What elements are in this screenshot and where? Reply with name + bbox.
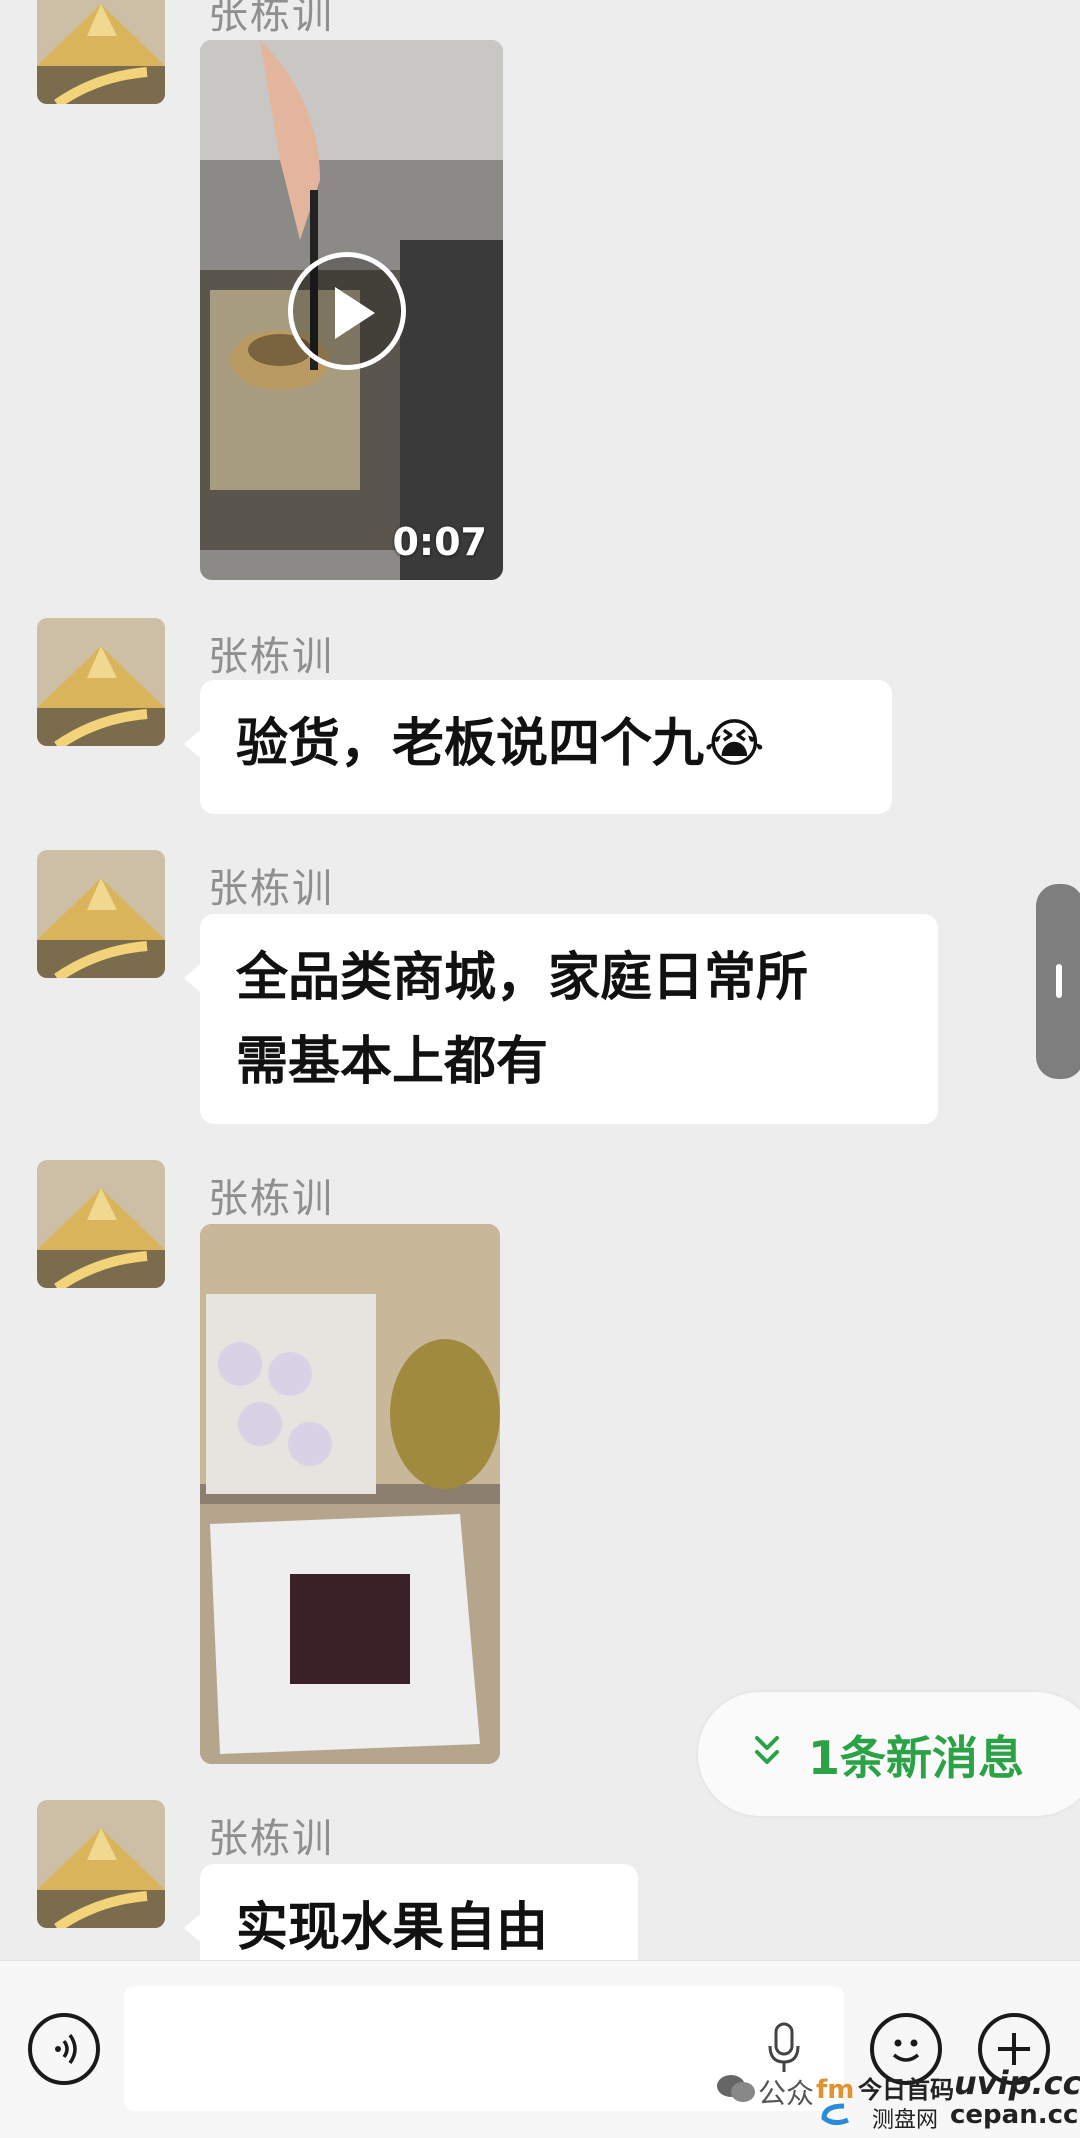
avatar[interactable] bbox=[37, 850, 165, 978]
sender-name: 张栋训 bbox=[208, 0, 334, 38]
video-duration: 0:07 bbox=[392, 520, 487, 564]
chevron-double-down-icon bbox=[755, 1736, 779, 1764]
sender-name: 张栋训 bbox=[208, 634, 334, 680]
wechat-icon bbox=[717, 2075, 755, 2102]
avatar[interactable] bbox=[37, 1160, 165, 1288]
image-thumbnail[interactable] bbox=[200, 1224, 500, 1764]
avatar[interactable] bbox=[37, 0, 165, 104]
svg-text:fm: fm bbox=[816, 2075, 854, 2105]
watermark: 公众 fm 今日首码 uvip.cc 测盘网 cepan.cc bbox=[716, 2064, 1080, 2134]
watermark-line1: 今日首码 bbox=[858, 2076, 954, 2104]
watermark-domain1: uvip.cc bbox=[954, 2064, 1080, 2102]
video-thumbnail[interactable]: 0:07 bbox=[200, 40, 503, 580]
message-text: 实现水果自由 bbox=[236, 1898, 549, 1958]
message-text-line: 全品类商城，家庭日常所 bbox=[236, 948, 809, 1008]
message-text-line: 需基本上都有 bbox=[236, 1032, 549, 1092]
avatar[interactable] bbox=[37, 1800, 165, 1928]
scroll-handle[interactable] bbox=[1036, 884, 1080, 1079]
voice-toggle-button[interactable] bbox=[28, 2013, 100, 2085]
avatar[interactable] bbox=[37, 618, 165, 746]
message-text: 验货，老板说四个九😭 bbox=[236, 714, 765, 774]
message-bubble[interactable]: 全品类商城，家庭日常所 需基本上都有 bbox=[184, 914, 938, 1124]
watermark-line2: 测盘网 bbox=[872, 2108, 939, 2133]
watermark-text: 公众 bbox=[758, 2077, 815, 2110]
message-bubble[interactable]: 验货，老板说四个九😭 bbox=[184, 680, 892, 814]
watermark-domain2: cepan.cc bbox=[950, 2100, 1079, 2130]
new-messages-label: 1条新消息 bbox=[808, 1731, 1025, 1785]
logo-icon: fm bbox=[816, 2075, 854, 2126]
new-messages-button[interactable]: 1条新消息 bbox=[698, 1692, 1080, 1816]
sender-name: 张栋训 bbox=[208, 866, 334, 912]
play-button[interactable] bbox=[288, 252, 406, 370]
sender-name: 张栋训 bbox=[208, 1176, 334, 1222]
voice-icon bbox=[55, 2033, 77, 2065]
sender-name: 张栋训 bbox=[208, 1816, 334, 1862]
